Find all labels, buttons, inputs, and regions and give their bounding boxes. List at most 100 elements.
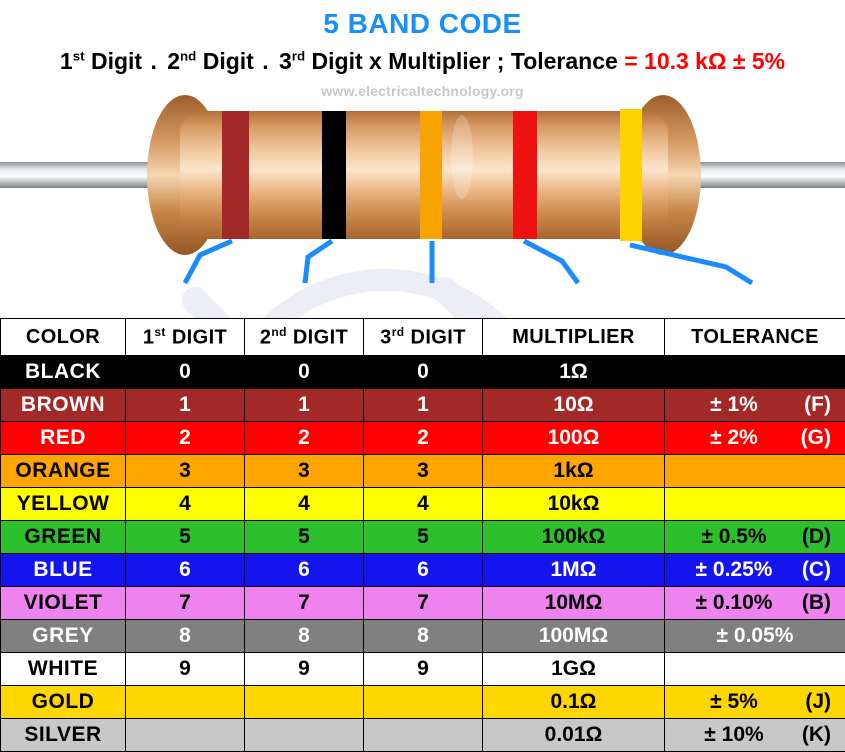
cell-color-name: WHITE <box>1 653 126 686</box>
cell-multiplier: 1GΩ <box>483 653 665 686</box>
cell-color-name: RED <box>1 422 126 455</box>
cell-1st-digit <box>126 686 245 719</box>
arrow-to-tolerance <box>630 245 752 283</box>
cell-tolerance <box>665 653 845 686</box>
cell-tolerance <box>665 356 845 389</box>
cell-1st-digit: 8 <box>126 620 245 653</box>
cell-tolerance: ± 0.05% <box>665 620 845 653</box>
table-row: ORANGE3331kΩ <box>1 455 845 488</box>
tolerance-letter-code: (F) <box>804 393 831 417</box>
cell-tolerance: ± 2% (G) <box>665 422 845 455</box>
table-row: WHITE9991GΩ <box>1 653 845 686</box>
column-header-3rd-digit: 3rd DIGIT <box>364 319 483 356</box>
tolerance-value: ± 0.10% <box>696 591 773 615</box>
cell-multiplier: 100kΩ <box>483 521 665 554</box>
cell-1st-digit <box>126 719 245 752</box>
cell-2nd-digit: 0 <box>245 356 364 389</box>
cell-color-name: SILVER <box>1 719 126 752</box>
cell-1st-digit: 4 <box>126 488 245 521</box>
cell-tolerance: ± 0.10% (B) <box>665 587 845 620</box>
cell-2nd-digit: 3 <box>245 455 364 488</box>
column-header-tolerance: TOLERANCE <box>665 319 845 356</box>
tolerance-value: ± 5% <box>710 690 758 714</box>
cell-3rd-digit: 6 <box>364 554 483 587</box>
cell-3rd-digit: 3 <box>364 455 483 488</box>
table-row: RED222100Ω± 2%(G) <box>1 422 845 455</box>
tolerance-value: ± 0.5% <box>701 525 766 549</box>
cell-multiplier: 1Ω <box>483 356 665 389</box>
cell-3rd-digit: 8 <box>364 620 483 653</box>
table-header-row: COLOR 1st DIGIT 2nd DIGIT 3rd DIGIT MULT… <box>1 319 845 356</box>
cell-tolerance <box>665 455 845 488</box>
formula-digit1: 1st Digit <box>60 48 142 74</box>
cell-color-name: GREY <box>1 620 126 653</box>
cell-3rd-digit: 9 <box>364 653 483 686</box>
tolerance-value: ± 2% <box>710 426 758 450</box>
resistor-band-4-red <box>513 111 537 239</box>
column-header-2nd-digit: 2nd DIGIT <box>245 319 364 356</box>
cell-color-name: GOLD <box>1 686 126 719</box>
cell-tolerance: ± 10% (K) <box>665 719 845 752</box>
cell-2nd-digit <box>245 686 364 719</box>
table-row: VIOLET77710MΩ± 0.10%(B) <box>1 587 845 620</box>
arrow-to-multiplier <box>524 241 578 283</box>
cell-2nd-digit: 2 <box>245 422 364 455</box>
tolerance-letter-code: (K) <box>802 723 831 747</box>
formula-sep-2: . <box>254 48 279 74</box>
cell-multiplier: 0.01Ω <box>483 719 665 752</box>
table-row: BLACK0001Ω <box>1 356 845 389</box>
tolerance-value: ± 10% <box>704 723 763 747</box>
cell-multiplier: 1kΩ <box>483 455 665 488</box>
cell-tolerance: ± 5% (J) <box>665 686 845 719</box>
cell-color-name: VIOLET <box>1 587 126 620</box>
tolerance-value: ± 0.05% <box>717 624 794 648</box>
resistor-band-3-orange <box>420 111 442 239</box>
cell-1st-digit: 3 <box>126 455 245 488</box>
cell-3rd-digit: 7 <box>364 587 483 620</box>
resistor-band-2-black <box>322 111 346 239</box>
cell-color-name: BLUE <box>1 554 126 587</box>
cell-tolerance <box>665 488 845 521</box>
cell-2nd-digit: 1 <box>245 389 364 422</box>
table-row: GREY888100MΩ± 0.05% <box>1 620 845 653</box>
column-header-color: COLOR <box>1 319 126 356</box>
cell-multiplier: 100Ω <box>483 422 665 455</box>
table-row: GOLD0.1Ω± 5%(J) <box>1 686 845 719</box>
formula-sep-1: . <box>142 48 167 74</box>
cell-tolerance: ± 0.5%(D) <box>665 521 845 554</box>
tolerance-letter-code: (G) <box>801 426 831 450</box>
formula-digit2: 2nd Digit <box>167 48 254 74</box>
cell-color-name: BLACK <box>1 356 126 389</box>
cell-3rd-digit <box>364 686 483 719</box>
page-title: 5 BAND CODE <box>0 8 845 40</box>
formula-line: 1st Digit . 2nd Digit . 3rd Digit x Mult… <box>0 48 845 75</box>
arrow-to-2nd-digit <box>305 241 332 283</box>
cell-multiplier: 100MΩ <box>483 620 665 653</box>
tolerance-letter-code: (J) <box>805 690 831 714</box>
cell-multiplier: 10Ω <box>483 389 665 422</box>
tolerance-value: ± 1% <box>710 393 758 417</box>
cell-color-name: ORANGE <box>1 455 126 488</box>
cell-color-name: GREEN <box>1 521 126 554</box>
resistor-band-1-brown <box>222 111 249 239</box>
resistor-color-code-chart: 5 BAND CODE 1st Digit . 2nd Digit . 3rd … <box>0 0 845 745</box>
cell-3rd-digit: 5 <box>364 521 483 554</box>
resistor-color-code-table: COLOR 1st DIGIT 2nd DIGIT 3rd DIGIT MULT… <box>0 318 845 752</box>
column-header-1st-digit: 1st DIGIT <box>126 319 245 356</box>
cell-2nd-digit: 9 <box>245 653 364 686</box>
resistor-band-5-gold <box>620 109 642 241</box>
cell-color-name: BROWN <box>1 389 126 422</box>
cell-color-name: YELLOW <box>1 488 126 521</box>
table-body: BLACK0001ΩBROWN11110Ω± 1%(F)RED222100Ω± … <box>1 356 845 752</box>
formula-result-value: = 10.3 kΩ <box>624 48 726 74</box>
cell-2nd-digit: 7 <box>245 587 364 620</box>
cell-3rd-digit: 2 <box>364 422 483 455</box>
formula-result-tolerance: ± 5% <box>733 48 785 74</box>
cell-3rd-digit: 4 <box>364 488 483 521</box>
tolerance-value: ± 0.25% <box>696 558 773 582</box>
cell-2nd-digit: 8 <box>245 620 364 653</box>
column-header-multiplier: MULTIPLIER <box>483 319 665 356</box>
cell-1st-digit: 0 <box>126 356 245 389</box>
tolerance-letter-code: (B) <box>802 591 831 615</box>
cell-3rd-digit <box>364 719 483 752</box>
